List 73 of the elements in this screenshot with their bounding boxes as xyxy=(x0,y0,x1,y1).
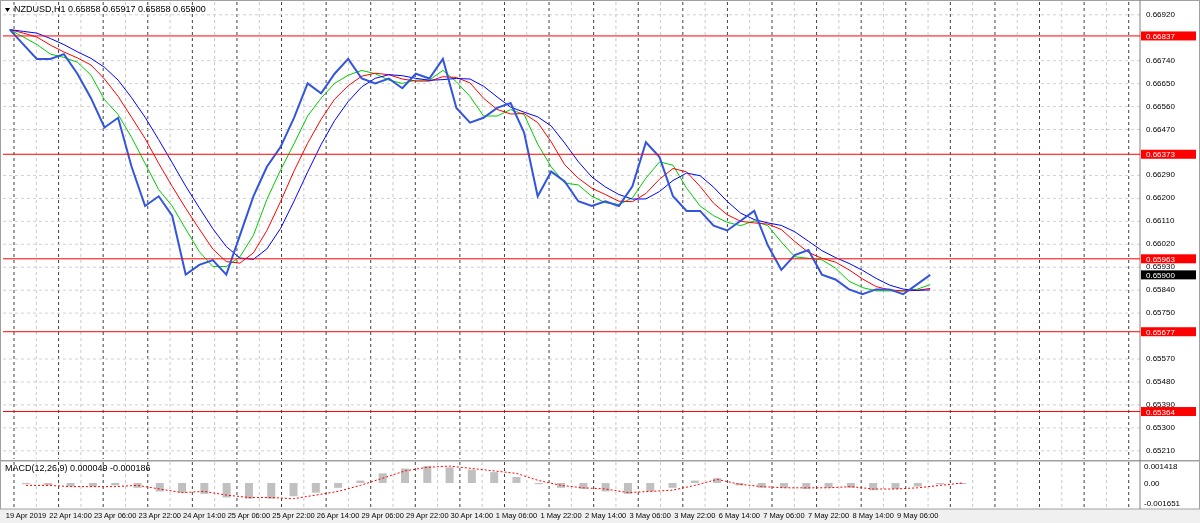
macd-bar xyxy=(557,483,566,488)
macd-bar xyxy=(423,466,432,483)
price-tick-label: 0.65930 xyxy=(1146,262,1175,272)
collapse-icon[interactable] xyxy=(5,8,10,12)
macd-bar xyxy=(289,483,298,497)
macd-bar xyxy=(780,483,788,488)
macd-bar xyxy=(467,469,476,483)
price-tick-label: 0.66110 xyxy=(1146,216,1175,226)
price-tick-label: 0.65390 xyxy=(1146,399,1175,409)
macd-bar xyxy=(891,483,900,490)
macd-bar xyxy=(623,483,632,494)
price-tick-label: 0.65480 xyxy=(1146,376,1175,386)
macd-bar xyxy=(512,476,521,483)
macd-bar xyxy=(490,472,499,483)
macd-bar xyxy=(155,483,164,492)
macd-bar xyxy=(356,480,365,483)
current-price-label: 0.65900 xyxy=(1141,270,1196,280)
macd-bar xyxy=(445,467,454,483)
ref-line-label: 0.65364 xyxy=(1146,407,1176,417)
price-tick-label: 0.66020 xyxy=(1146,239,1175,249)
macd-bar xyxy=(757,483,766,488)
macd-tick-label: 0.001418 xyxy=(1144,461,1178,471)
level-price-label: 0.66837 xyxy=(1141,31,1196,41)
macd-bar xyxy=(690,480,699,483)
level-price-label: 0.65963 xyxy=(1141,254,1196,264)
macd-bar xyxy=(869,483,878,491)
macd-bar xyxy=(378,473,387,483)
macd-bar xyxy=(66,483,75,487)
macd-bar xyxy=(401,468,409,483)
ref-line-label: 0.65677 xyxy=(1146,327,1176,337)
macd-bar xyxy=(601,483,610,492)
chart-title: NZDUSD,H1 0.65858 0.65917 0.65858 0.65900 xyxy=(14,4,206,14)
price-tick-label: 0.66740 xyxy=(1146,55,1175,65)
price-tick-label: 0.66920 xyxy=(1146,9,1175,19)
price-tick-label: 0.66290 xyxy=(1146,170,1175,180)
macd-tick-label: 0.00 xyxy=(1144,479,1160,488)
ref-line-label: 0.66373 xyxy=(1146,150,1176,160)
price-tick-label: 0.66470 xyxy=(1146,124,1175,134)
macd-bar xyxy=(200,483,209,494)
macd-bar xyxy=(579,483,588,490)
level-price-label: 0.66373 xyxy=(1141,149,1196,160)
macd-bar xyxy=(311,483,320,493)
macd-bar xyxy=(334,483,343,488)
macd-bar xyxy=(713,478,722,483)
macd-tick-label: -0.001651 xyxy=(1144,498,1181,508)
macd-bar xyxy=(913,483,922,487)
price-tick-label: 0.65300 xyxy=(1146,422,1175,432)
macd-bar xyxy=(735,483,744,486)
macd-bar xyxy=(178,483,187,493)
macd-bar xyxy=(824,483,833,488)
price-tick-label: 0.66200 xyxy=(1146,193,1175,203)
macd-bar xyxy=(646,483,655,492)
macd-bar xyxy=(88,483,97,487)
level-price-label: 0.65364 xyxy=(1141,407,1196,417)
macd-bar xyxy=(668,483,677,488)
ref-line-label: 0.66837 xyxy=(1146,31,1176,41)
macd-bar xyxy=(267,483,276,499)
price-tick-label: 0.65750 xyxy=(1146,308,1175,318)
price-tick-label: 0.66560 xyxy=(1146,101,1175,111)
price-tick-label: 0.65210 xyxy=(1146,445,1175,455)
macd-bar xyxy=(244,483,253,499)
macd-bar xyxy=(133,483,142,488)
level-price-label: 0.65677 xyxy=(1141,327,1196,337)
macd-bar xyxy=(222,483,231,498)
price-tick-label: 0.65840 xyxy=(1146,285,1175,295)
ref-line-label: 0.65963 xyxy=(1146,254,1176,264)
macd-bar xyxy=(44,483,53,486)
price-tick-label: 0.65570 xyxy=(1146,354,1175,363)
macd-bar xyxy=(111,483,120,486)
macd-bar xyxy=(846,483,855,488)
indicator-title: MACD(12,26,9) 0.000049 -0.000186 xyxy=(5,463,151,473)
macd-bar xyxy=(802,483,811,490)
price-tick-label: 0.66650 xyxy=(1146,78,1175,88)
